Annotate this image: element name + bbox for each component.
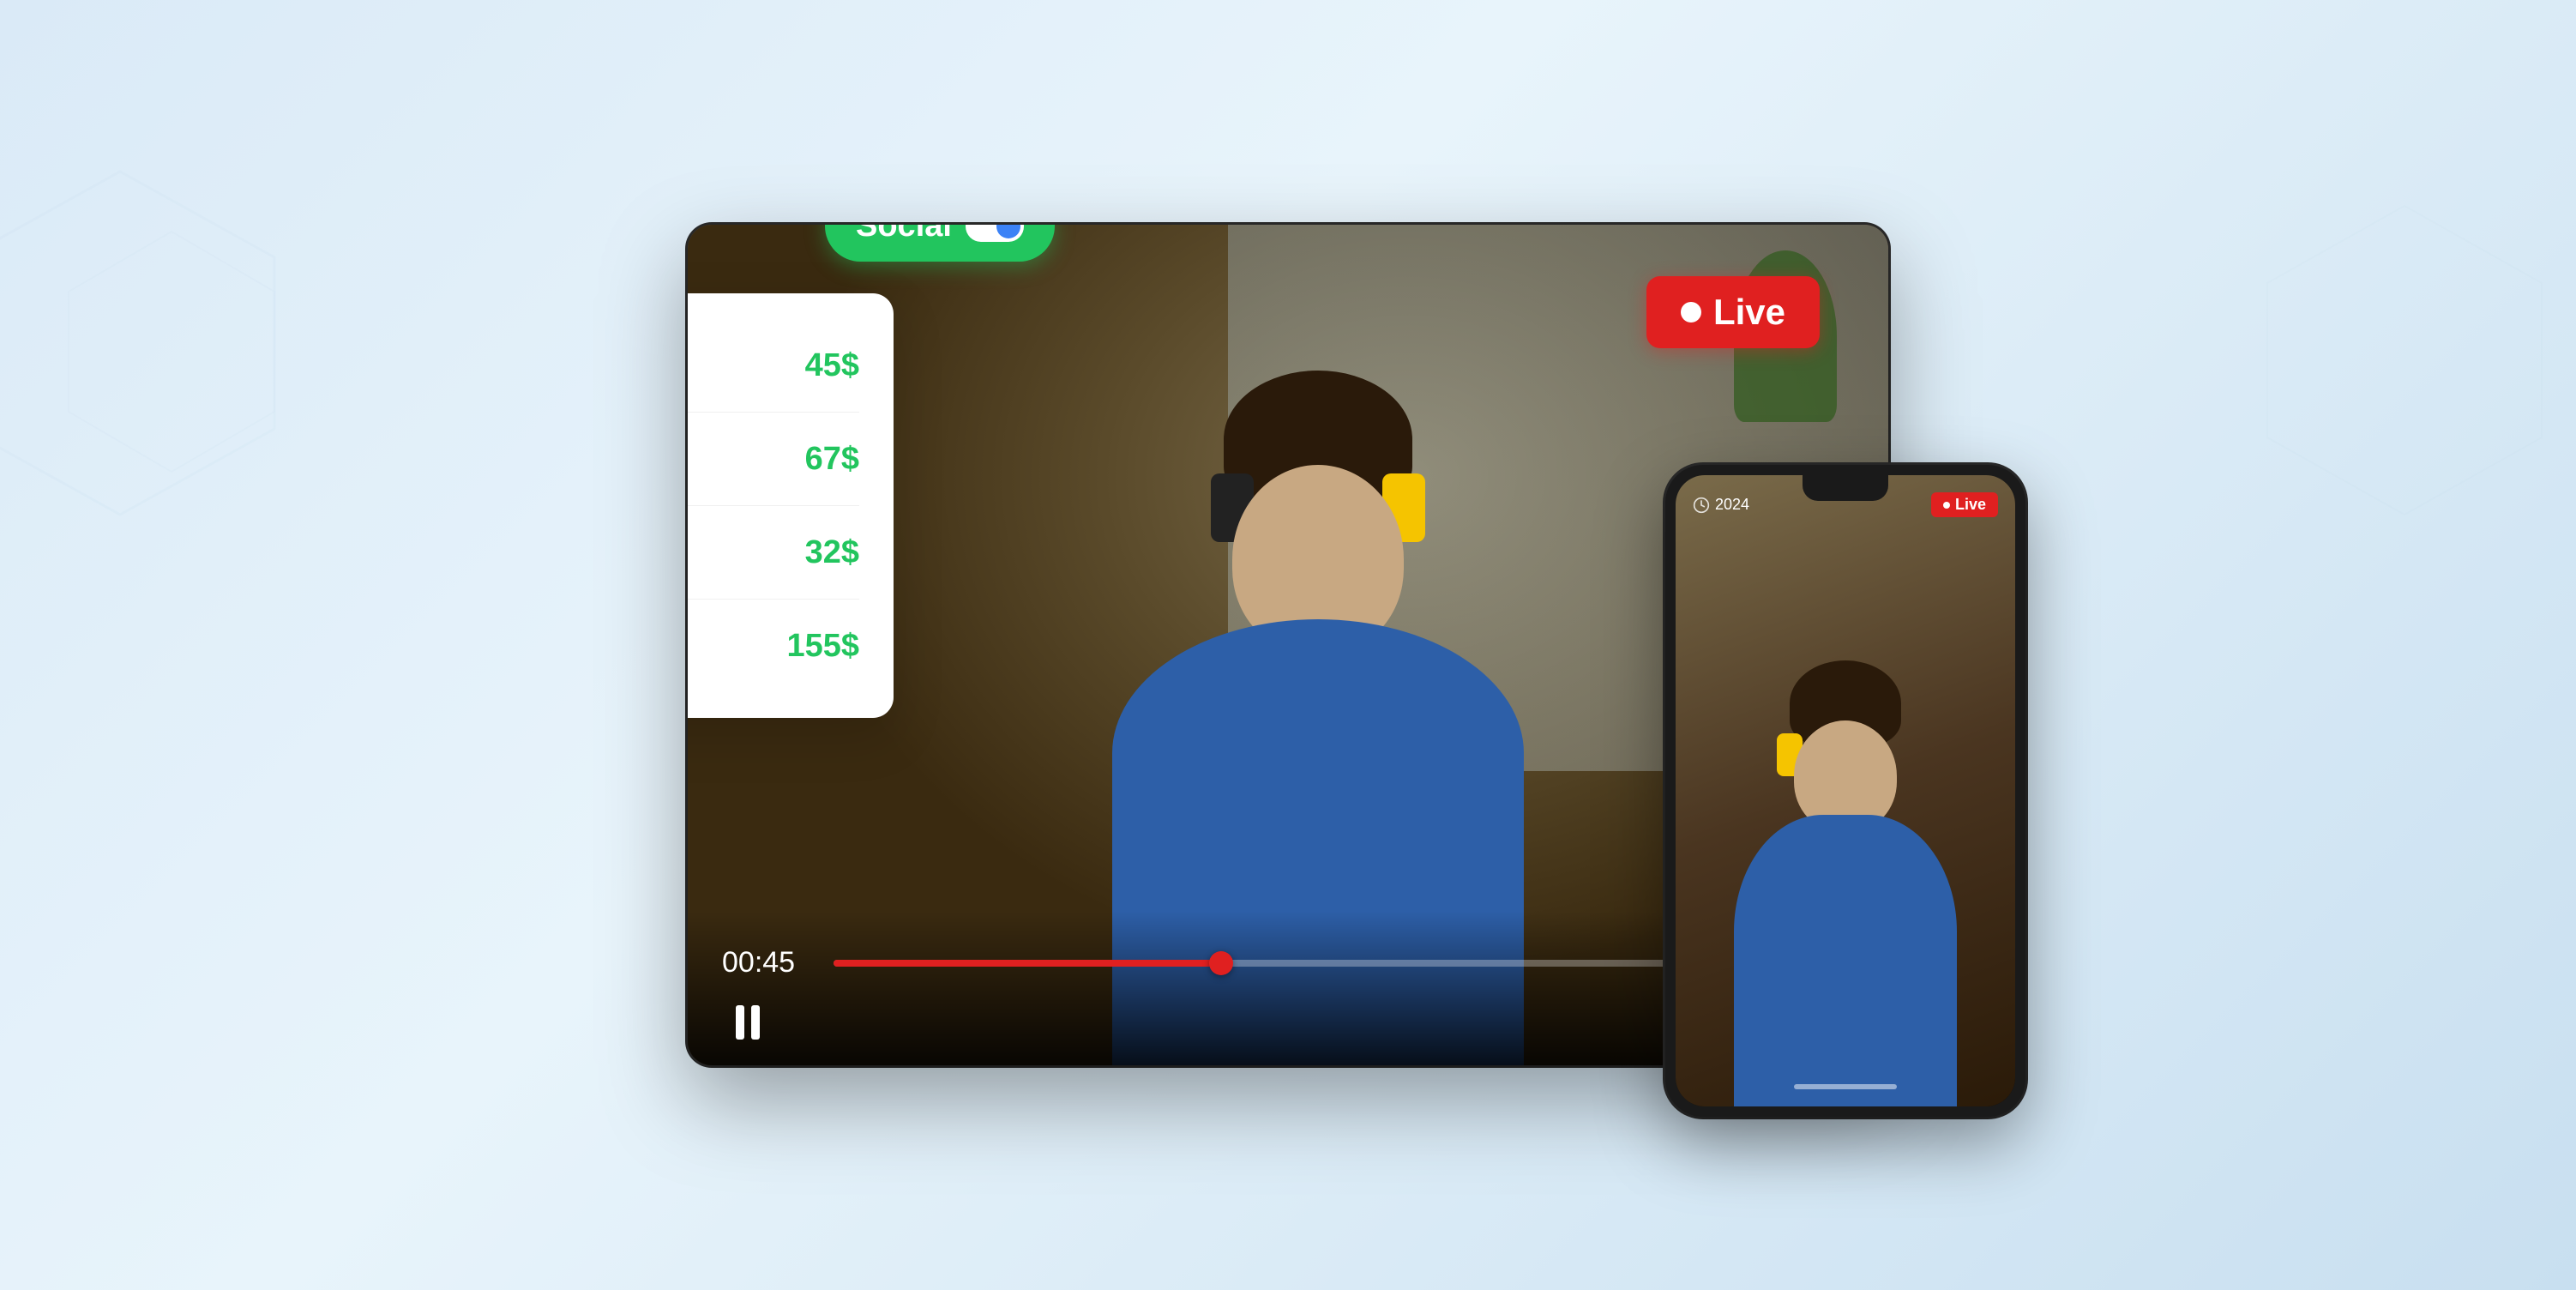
- pause-icon: [736, 1005, 760, 1040]
- facebook-label: Facebook: [688, 347, 785, 384]
- youtube-amount: 155$: [786, 628, 859, 665]
- facebook-amount: 45$: [805, 347, 859, 384]
- scene-wrapper: Live 00:45: [688, 225, 1888, 1065]
- social-panel: Facebook 45$ Instagram 67$ Twitter 32$: [688, 293, 894, 718]
- social-item-youtube[interactable]: YouTube 155$: [688, 600, 859, 692]
- instagram-amount: 67$: [805, 441, 859, 478]
- toggle-switch[interactable]: [966, 225, 1024, 242]
- twitter-amount: 32$: [805, 534, 859, 571]
- phone-notch: [1803, 475, 1888, 501]
- phone-year-label: 2024: [1715, 496, 1749, 514]
- phone-device: 2024 Live: [1665, 465, 2025, 1117]
- progress-handle[interactable]: [1209, 951, 1233, 975]
- live-badge: Live: [1646, 276, 1820, 348]
- phone-video-bg: [1676, 475, 2015, 1106]
- video-timestamp: 00:45: [722, 946, 816, 980]
- phone-screen: 2024 Live: [1676, 475, 2015, 1106]
- live-indicator-dot: [1681, 302, 1701, 322]
- phone-year-badge: 2024: [1693, 496, 1749, 514]
- youtube-label: YouTube: [688, 628, 766, 665]
- toggle-knob: [996, 225, 1020, 238]
- phone-home-indicator: [1794, 1084, 1897, 1089]
- twitter-label: Twitter: [688, 534, 785, 571]
- social-item-instagram[interactable]: Instagram 67$: [688, 413, 859, 506]
- social-item-twitter[interactable]: Twitter 32$: [688, 506, 859, 600]
- instagram-label: Instagram: [688, 441, 785, 478]
- pause-button[interactable]: [722, 997, 773, 1048]
- phone-live-label: Live: [1955, 496, 1986, 514]
- phone-live-dot: [1943, 502, 1950, 509]
- social-item-facebook[interactable]: Facebook 45$: [688, 319, 859, 413]
- phone-live-badge: Live: [1931, 492, 1998, 517]
- social-toggle-label: Social: [856, 225, 952, 244]
- progress-fill: [834, 960, 1221, 967]
- live-label: Live: [1713, 292, 1785, 333]
- social-toggle[interactable]: Social: [825, 225, 1055, 262]
